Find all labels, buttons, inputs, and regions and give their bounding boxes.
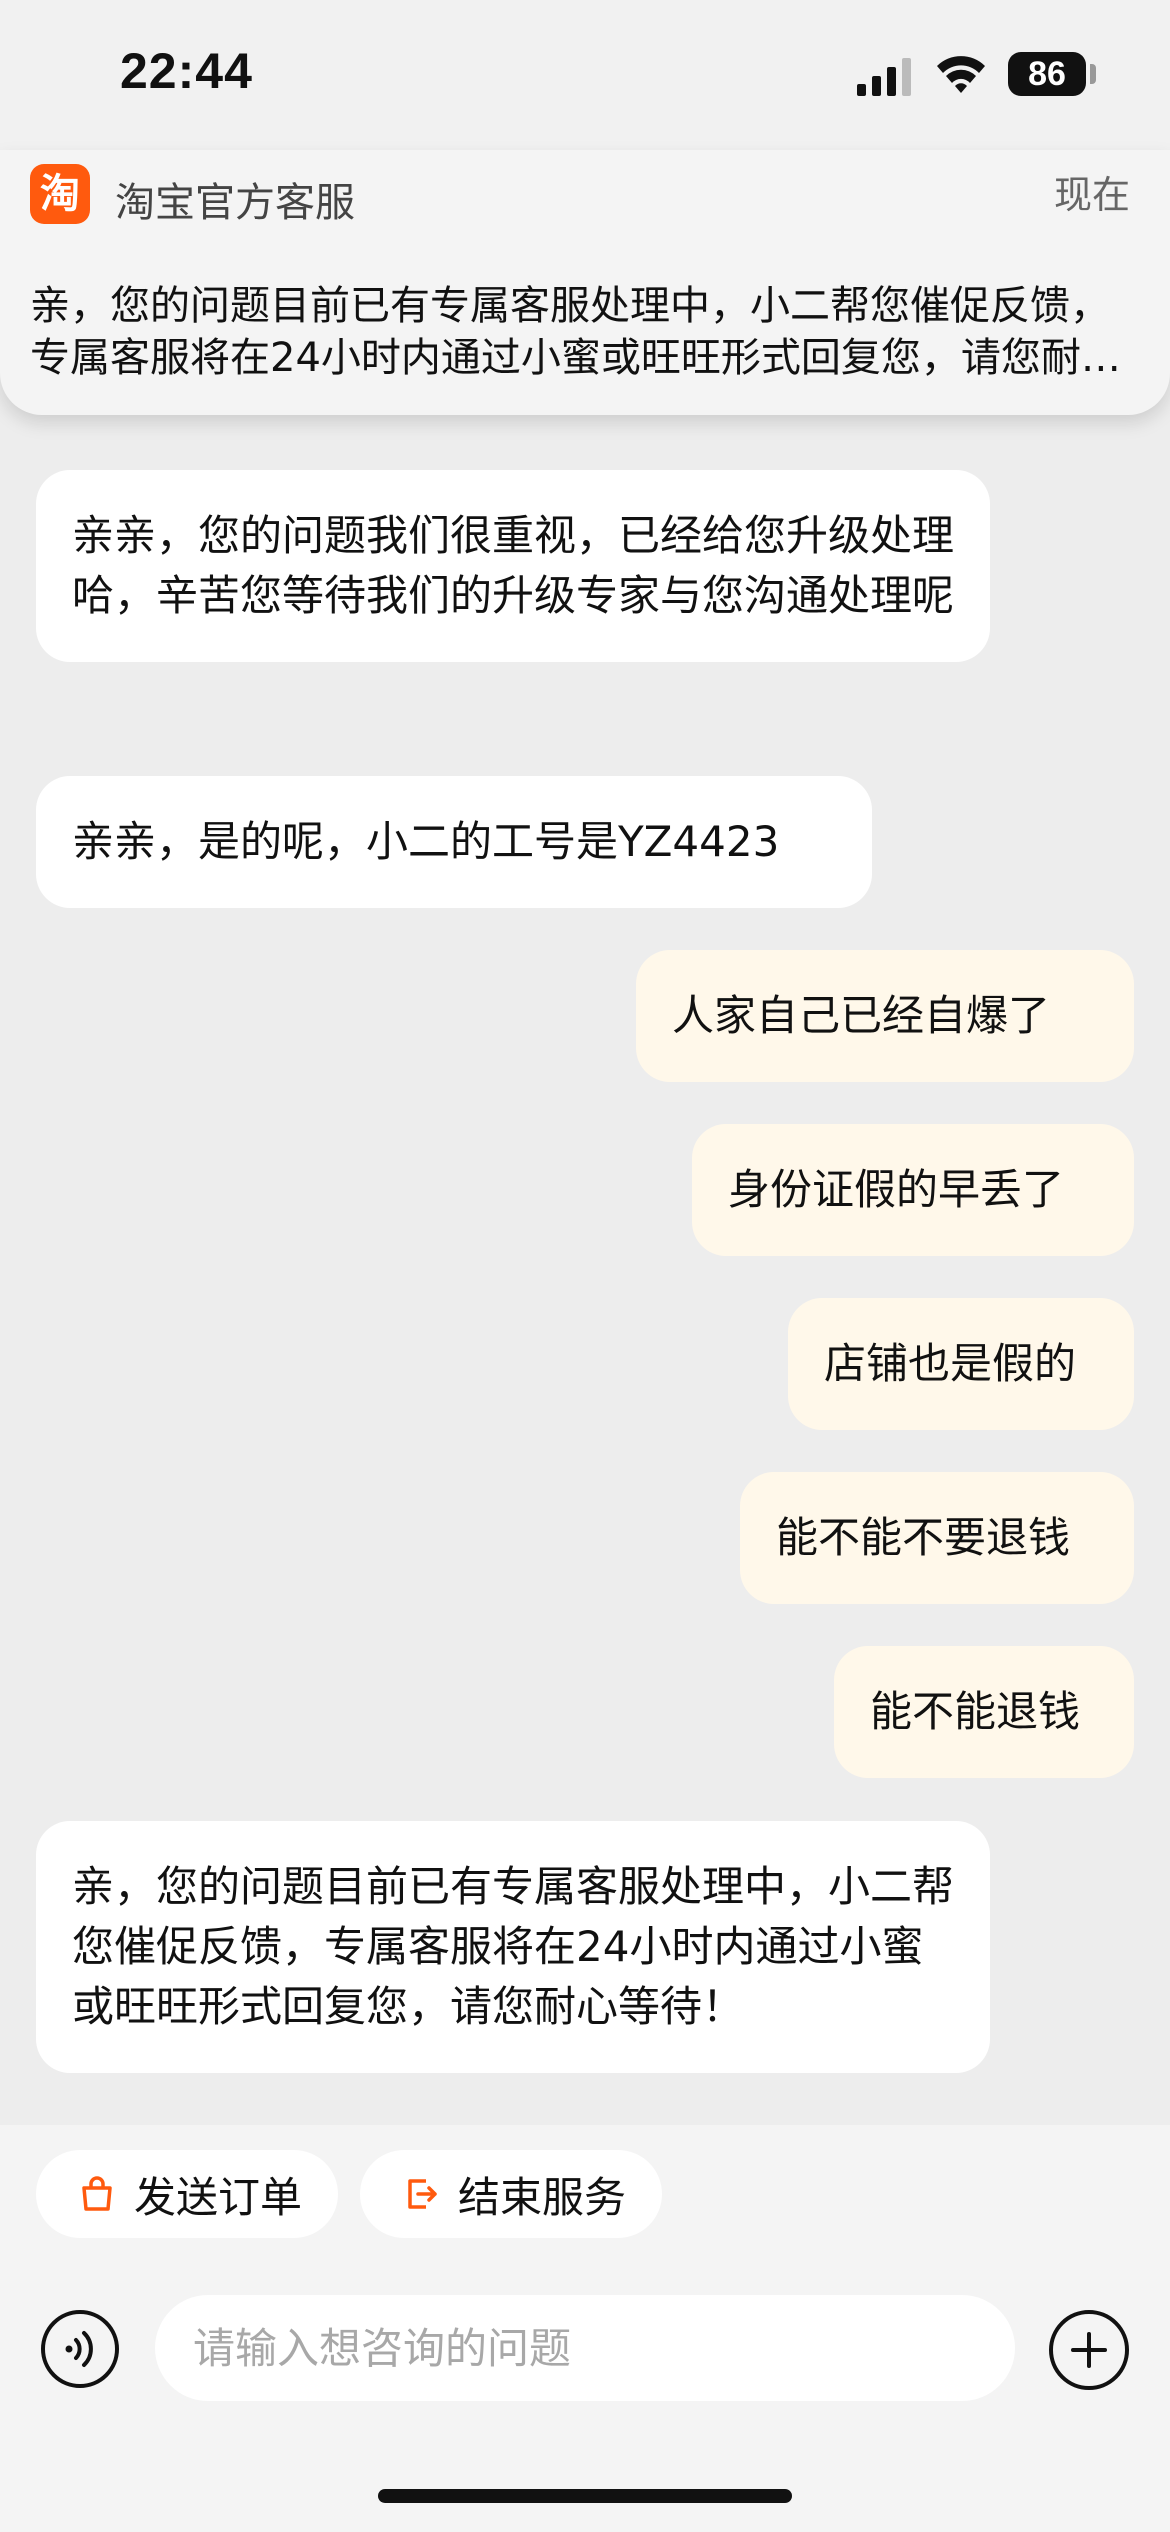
push-notification[interactable]: 淘 淘宝官方客服 现在 亲，您的问题目前已有专属客服处理中，小二帮您催促反馈，专… (0, 150, 1170, 415)
notification-app-name: 淘宝官方客服 (115, 180, 355, 226)
voice-wave-icon (65, 2331, 93, 2367)
message-bubble-user: 身份证假的早丢了 (692, 1124, 1134, 1256)
message-bubble-user: 能不能不要退钱 (740, 1472, 1134, 1604)
message-bubble-user: 能不能退钱 (834, 1646, 1134, 1778)
status-time: 22:44 (120, 43, 253, 99)
status-bar: 22:44 86 (0, 0, 1170, 150)
shopping-bag-icon (82, 2176, 112, 2211)
home-indicator[interactable] (378, 2489, 792, 2503)
end-service-label: 结束服务 (458, 2172, 627, 2222)
send-order-label: 发送订单 (134, 2172, 303, 2222)
exit-icon (408, 2179, 437, 2209)
notification-body: 亲，您的问题目前已有专属客服处理中，小二帮您催促反馈，专属客服将在24小时内通过… (30, 283, 1121, 381)
battery-indicator: 86 (1008, 52, 1086, 96)
notification-time: 现在 (1053, 173, 1130, 217)
plus-icon[interactable] (1049, 2310, 1129, 2390)
taobao-app-icon: 淘 (30, 164, 90, 224)
message-bubble-user: 人家自己已经自爆了 (636, 950, 1134, 1082)
end-service-button[interactable]: 结束服务 (360, 2150, 662, 2238)
voice-input-button[interactable] (41, 2310, 119, 2388)
bottom-panel: 发送订单 结束服务 (0, 2125, 1170, 2532)
wifi-icon (937, 56, 985, 93)
message-bubble-service: 亲亲，是的呢，小二的工号是YZ4423 (36, 776, 872, 908)
message-input[interactable] (155, 2295, 1015, 2401)
message-bubble-service: 亲，您的问题目前已有专属客服处理中，小二帮您催促反馈，专属客服将在24小时内通过… (36, 1821, 990, 2073)
message-bubble-user: 店铺也是假的 (788, 1298, 1134, 1430)
message-bubble-service: 亲亲，您的问题我们很重视，已经给您升级处理哈，辛苦您等待我们的升级专家与您沟通处… (36, 470, 990, 662)
cellular-signal-icon (857, 58, 911, 96)
send-order-button[interactable]: 发送订单 (36, 2150, 338, 2238)
battery-cap (1090, 64, 1096, 84)
